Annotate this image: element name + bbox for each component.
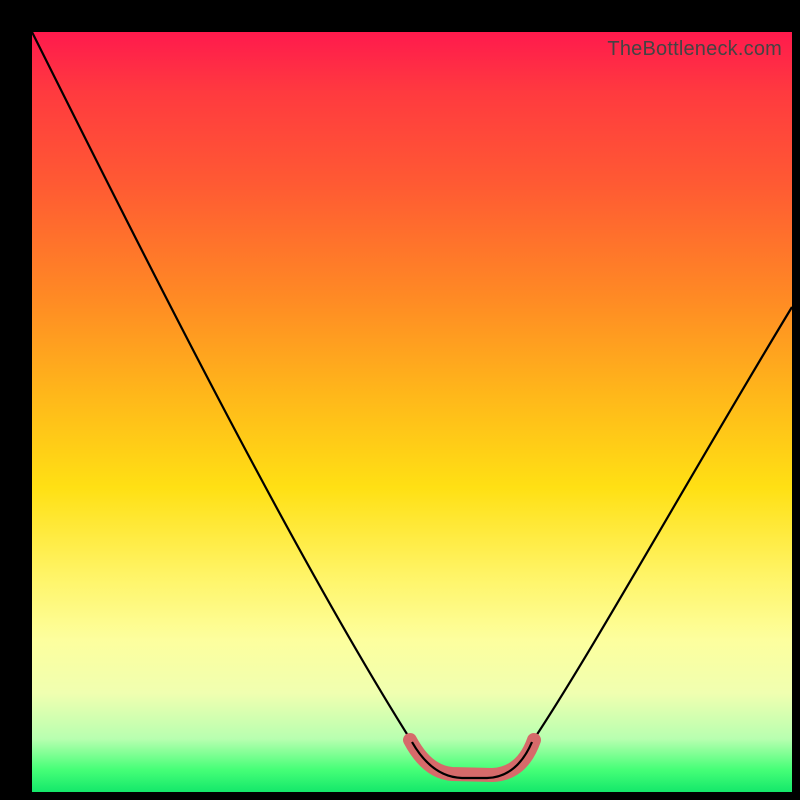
curve-left-branch [32, 32, 412, 742]
chart-frame: TheBottleneck.com [0, 0, 800, 800]
curve-right-branch [532, 307, 792, 742]
curve-minimum-highlight [410, 740, 534, 775]
plot-area: TheBottleneck.com [32, 32, 792, 792]
curve-svg [32, 32, 792, 792]
